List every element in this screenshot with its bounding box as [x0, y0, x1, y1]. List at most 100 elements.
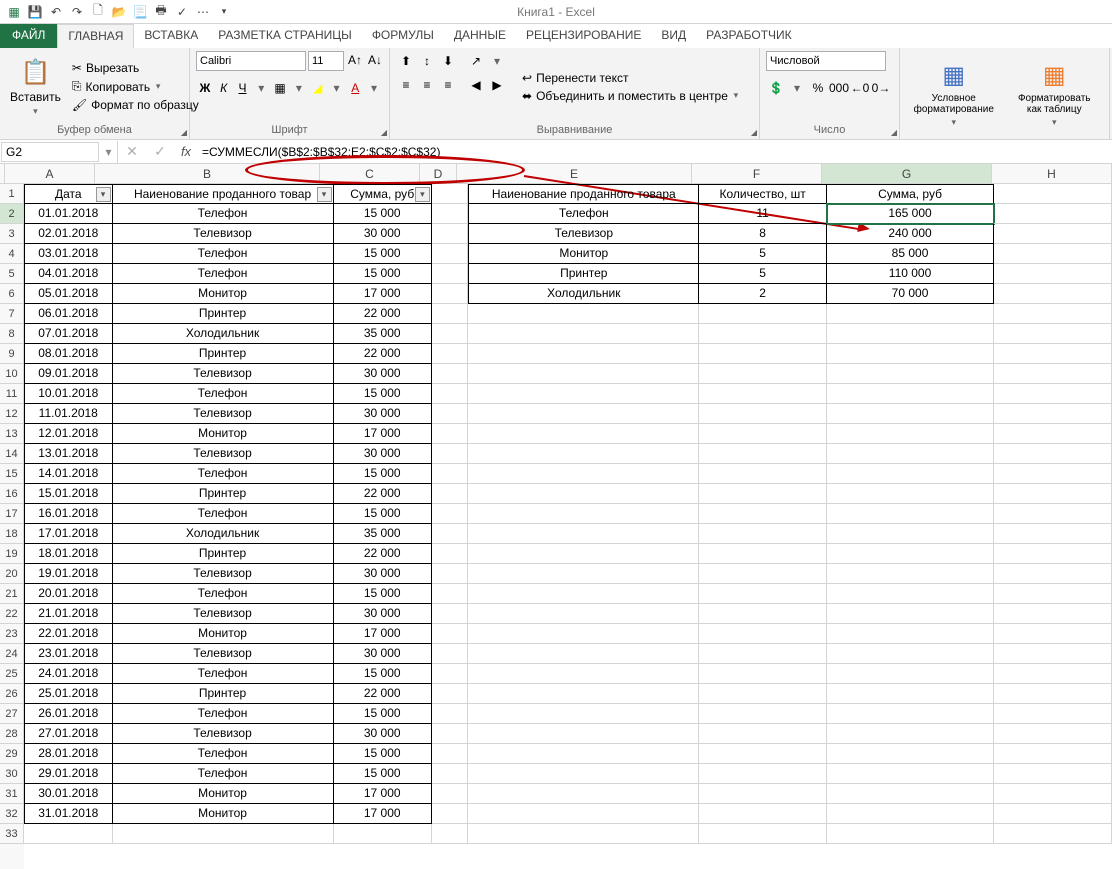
fx-icon[interactable]: fx — [174, 144, 198, 159]
more-icon[interactable]: ⋯ — [193, 2, 213, 22]
cell[interactable] — [994, 464, 1112, 484]
cell[interactable] — [699, 584, 827, 604]
cell[interactable]: 17 000 — [334, 424, 432, 444]
cell[interactable]: 04.01.2018 — [24, 264, 113, 284]
cell[interactable] — [699, 744, 827, 764]
number-dialog-icon[interactable]: ◢ — [891, 128, 897, 137]
cell[interactable]: 20.01.2018 — [24, 584, 113, 604]
cell[interactable] — [468, 604, 699, 624]
cell[interactable]: 2 — [699, 284, 827, 304]
underline-button[interactable]: Ч — [234, 78, 252, 98]
orientation-icon[interactable]: ↗ — [466, 51, 486, 71]
cell[interactable] — [994, 324, 1112, 344]
cell[interactable] — [827, 784, 994, 804]
cell[interactable] — [699, 344, 827, 364]
row-header-3[interactable]: 3 — [0, 224, 24, 244]
cell[interactable] — [432, 824, 468, 844]
cell[interactable] — [432, 224, 468, 244]
cell[interactable]: 30 000 — [334, 724, 432, 744]
cell[interactable]: Монитор — [113, 804, 334, 824]
cell[interactable]: 15 000 — [334, 504, 432, 524]
row-header-17[interactable]: 17 — [0, 504, 24, 524]
cell[interactable]: 11.01.2018 — [24, 404, 113, 424]
cell[interactable]: Телефон — [113, 264, 334, 284]
cell[interactable]: 240 000 — [827, 224, 994, 244]
cell[interactable]: 30 000 — [334, 364, 432, 384]
align-dialog-icon[interactable]: ◢ — [751, 128, 757, 137]
cell[interactable]: 110 000 — [827, 264, 994, 284]
cell[interactable]: Принтер — [113, 484, 334, 504]
cell[interactable]: Наиенование проданного товара — [468, 184, 699, 204]
border-button[interactable]: ▦ — [271, 78, 289, 98]
decrease-indent-icon[interactable]: ◀ — [466, 75, 486, 95]
cell[interactable] — [827, 444, 994, 464]
cell[interactable] — [699, 524, 827, 544]
cell[interactable] — [994, 204, 1112, 224]
cell[interactable]: 24.01.2018 — [24, 664, 113, 684]
cell[interactable] — [432, 704, 468, 724]
cell[interactable]: Телевизор — [113, 644, 334, 664]
cell[interactable] — [699, 324, 827, 344]
cell[interactable]: Принтер — [113, 684, 334, 704]
save-icon[interactable]: 💾 — [25, 2, 45, 22]
cell[interactable] — [432, 364, 468, 384]
cell[interactable]: 14.01.2018 — [24, 464, 113, 484]
cell[interactable]: 15.01.2018 — [24, 484, 113, 504]
col-header-B[interactable]: B — [95, 164, 320, 184]
increase-indent-icon[interactable]: ▶ — [487, 75, 507, 95]
cell[interactable] — [468, 524, 699, 544]
format-table-button[interactable]: ▦ Форматировать как таблицу▾ — [1006, 51, 1104, 136]
col-header-C[interactable]: C — [320, 164, 420, 184]
cell[interactable]: Телефон — [113, 244, 334, 264]
cell[interactable] — [994, 604, 1112, 624]
cell[interactable] — [827, 764, 994, 784]
cell[interactable]: 15 000 — [334, 704, 432, 724]
cell[interactable]: 09.01.2018 — [24, 364, 113, 384]
cell[interactable]: 22 000 — [334, 484, 432, 504]
cell[interactable]: 22 000 — [334, 344, 432, 364]
cell[interactable]: 22 000 — [334, 684, 432, 704]
conditional-format-button[interactable]: ▦ Условное форматирование▾ — [906, 51, 1002, 136]
cell[interactable]: Монитор — [113, 624, 334, 644]
cell[interactable]: Телефон — [113, 584, 334, 604]
row-header-11[interactable]: 11 — [0, 384, 24, 404]
cell[interactable]: Монитор — [468, 244, 699, 264]
cell[interactable]: Монитор — [113, 784, 334, 804]
tab-formulas[interactable]: ФОРМУЛЫ — [362, 24, 444, 48]
align-middle-icon[interactable]: ↕ — [417, 51, 437, 71]
format-painter-button[interactable]: 🖌Формат по образцу — [69, 97, 202, 113]
cell[interactable] — [468, 684, 699, 704]
cell[interactable] — [468, 724, 699, 744]
cell[interactable] — [468, 464, 699, 484]
font-dialog-icon[interactable]: ◢ — [381, 128, 387, 137]
cell[interactable] — [432, 584, 468, 604]
cell[interactable]: 26.01.2018 — [24, 704, 113, 724]
cell[interactable]: 17 000 — [334, 784, 432, 804]
cell[interactable]: Телевизор — [113, 604, 334, 624]
cell[interactable] — [994, 384, 1112, 404]
cell[interactable]: 31.01.2018 — [24, 804, 113, 824]
cell[interactable] — [994, 444, 1112, 464]
name-box-dropdown[interactable]: ▾ — [100, 141, 118, 163]
row-header-33[interactable]: 33 — [0, 824, 24, 844]
quick-print-icon[interactable]: 🖶 — [151, 2, 171, 22]
cell[interactable]: 27.01.2018 — [24, 724, 113, 744]
cell[interactable]: Монитор — [113, 284, 334, 304]
cell[interactable] — [699, 404, 827, 424]
cell[interactable]: Телефон — [113, 664, 334, 684]
cell[interactable] — [432, 204, 468, 224]
cell[interactable] — [699, 624, 827, 644]
cell[interactable]: Телевизор — [113, 404, 334, 424]
cancel-formula-icon[interactable]: ✕ — [118, 143, 146, 160]
cell[interactable]: 22.01.2018 — [24, 624, 113, 644]
cell[interactable] — [827, 604, 994, 624]
cell[interactable] — [699, 364, 827, 384]
cell[interactable] — [432, 244, 468, 264]
row-header-30[interactable]: 30 — [0, 764, 24, 784]
cell[interactable]: 35 000 — [334, 524, 432, 544]
cell[interactable]: 21.01.2018 — [24, 604, 113, 624]
cell[interactable] — [699, 444, 827, 464]
cell[interactable]: Количество, шт — [699, 184, 827, 204]
cell[interactable] — [994, 344, 1112, 364]
cell[interactable] — [432, 464, 468, 484]
